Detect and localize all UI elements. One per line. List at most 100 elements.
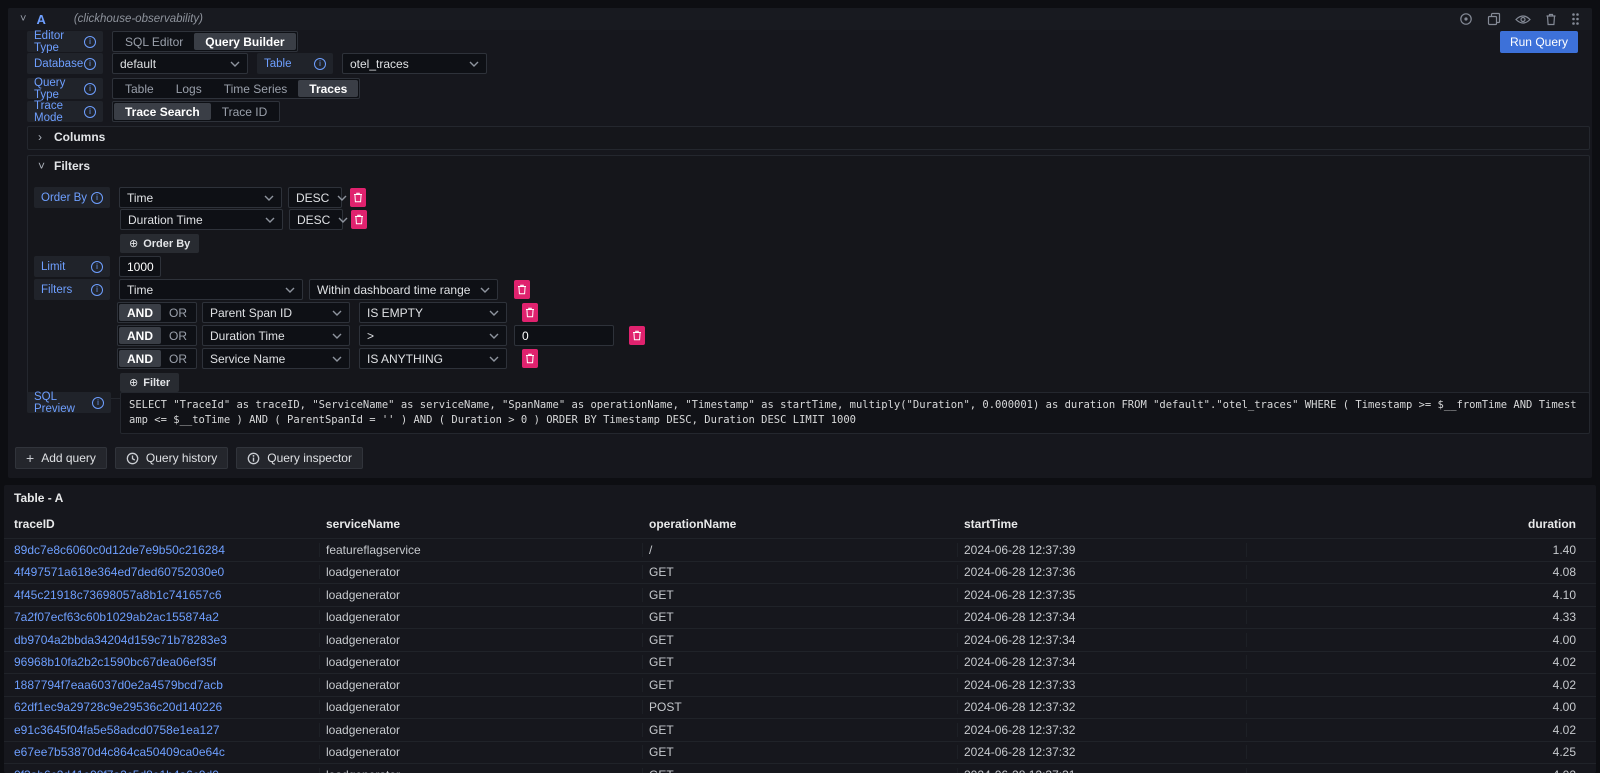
column-header-duration[interactable]: duration [1247,517,1596,531]
filter-field-select[interactable]: Time [119,279,303,300]
filters-section-toggle[interactable]: ˅ Filters [28,156,1589,173]
order-by-label: Order By i [34,187,110,208]
info-icon[interactable]: i [84,58,96,70]
operation-name-cell: GET [643,655,958,669]
or-option: OR [161,327,195,344]
remove-order-by-button[interactable] [351,210,367,229]
drag-handle-grip-icon[interactable] [1571,12,1580,26]
query-type-option[interactable]: Time Series [213,80,299,97]
query-type-option[interactable]: Table [114,80,165,97]
limit-input[interactable]: 1000 [119,256,161,277]
condition-field-select[interactable]: Service Name [202,348,350,369]
query-type-option[interactable]: Logs [165,80,213,97]
condition-operator-select[interactable]: IS EMPTY [359,302,507,323]
remove-query-trash-icon[interactable] [1545,13,1557,26]
query-ref-id: A [36,12,45,27]
duration-cell: 4.02 [1247,678,1596,692]
trace-mode-option[interactable]: Trace ID [211,103,279,120]
trace-id-link[interactable]: 0f3ab6c2d41e98f7a2c5d8e1b4a6c9d0 [8,768,320,773]
and-or-toggle[interactable]: AND OR [117,348,197,369]
order-by-field-select[interactable]: Time [119,187,282,208]
duration-cell: 4.33 [1247,610,1596,624]
eye-icon[interactable] [1515,14,1531,25]
history-clock-icon [126,452,139,465]
filters-section: ˅ Filters Order By i Time DESC [27,155,1590,399]
info-icon[interactable]: i [314,58,326,70]
trash-icon [632,330,642,341]
table-body: 89dc7e8c6060c0d12de7e9b50c216284 feature… [4,538,1596,773]
collapse-query-icon[interactable]: ˅ [20,13,26,25]
add-filter-button[interactable]: ⊕ Filter [120,373,179,392]
condition-field-select[interactable]: Parent Span ID [202,302,350,323]
add-order-by-button[interactable]: ⊕ Order By [120,234,199,253]
operation-name-cell: GET [643,588,958,602]
info-icon[interactable]: i [92,397,104,409]
columns-section-toggle[interactable]: › Columns [28,127,1589,144]
limit-label: Limit i [34,256,110,277]
column-header-operationname[interactable]: operationName [643,517,958,531]
trace-id-link[interactable]: 4f45c21918c73698057a8b1c741657c6 [8,588,320,602]
remove-filter-button[interactable] [514,280,530,299]
table-select[interactable]: otel_traces [342,53,487,74]
remove-order-by-button[interactable] [350,188,366,207]
start-time-cell: 2024-06-28 12:37:31 [958,768,1247,773]
and-option: AND [119,304,161,321]
query-type-option[interactable]: Traces [298,80,358,97]
table-panel: Table - A traceID serviceName operationN… [4,485,1596,773]
editor-type-option[interactable]: Query Builder [194,33,295,50]
remove-condition-button[interactable] [629,326,645,345]
info-icon[interactable]: i [91,284,103,296]
trace-id-link[interactable]: 7a2f07ecf63c60b1029ab2ac155874a2 [8,610,320,624]
query-row-header[interactable]: ˅ A (clickhouse-observability) [8,8,1592,30]
remove-condition-button[interactable] [522,349,538,368]
query-type-label: Query Type i [27,78,103,99]
trace-id-link[interactable]: 89dc7e8c6060c0d12de7e9b50c216284 [8,543,320,557]
table-row: e91c3645f04fa5e58adcd0758e1ea127 loadgen… [4,718,1596,741]
column-header-servicename[interactable]: serviceName [320,517,643,531]
trace-id-link[interactable]: 62df1ec9a29728c9e29536c20d140226 [8,700,320,714]
trace-mode-label: Trace Mode i [27,101,103,122]
editor-type-option[interactable]: SQL Editor [114,33,194,50]
trace-id-link[interactable]: 4f497571a618e364ed7ded60752030e0 [8,565,320,579]
condition-value-input[interactable]: 0 [514,325,614,346]
trace-id-link[interactable]: 1887794f7eaa6037d0e2a4579bcd7acb [8,678,320,692]
operation-name-cell: GET [643,723,958,737]
column-header-starttime[interactable]: startTime [958,517,1247,531]
trace-id-link[interactable]: db9704a2bbda34204d159c71b78283e3 [8,633,320,647]
condition-operator-select[interactable]: > [359,325,507,346]
condition-operator-select[interactable]: IS ANYTHING [359,348,507,369]
info-icon[interactable]: i [91,261,103,273]
table-row: 1887794f7eaa6037d0e2a4579bcd7acb loadgen… [4,673,1596,696]
remove-condition-button[interactable] [522,303,538,322]
order-by-field-select[interactable]: Duration Time [120,209,283,230]
run-query-button[interactable]: Run Query [1500,31,1578,53]
service-name-cell: loadgenerator [320,678,643,692]
and-or-toggle[interactable]: AND OR [117,325,197,346]
duration-cell: 4.00 [1247,633,1596,647]
condition-field-select[interactable]: Duration Time [202,325,350,346]
sql-preview-row: SQL Preview i SELECT "TraceId" as traceI… [27,392,1590,434]
info-icon[interactable]: i [91,192,103,204]
database-select[interactable]: default [112,53,248,74]
order-by-direction-select[interactable]: DESC [289,209,343,230]
trace-id-link[interactable]: 96968b10fa2b2c1590bc67dea06ef35f [8,655,320,669]
info-icon[interactable]: i [84,36,96,48]
and-or-toggle[interactable]: AND OR [117,302,197,323]
column-header-traceid[interactable]: traceID [8,517,320,531]
duplicate-icon[interactable] [1487,12,1501,26]
duration-cell: 4.10 [1247,588,1596,602]
record-circle-icon[interactable] [1459,12,1473,26]
order-by-direction-select[interactable]: DESC [288,187,342,208]
trace-mode-option[interactable]: Trace Search [114,103,211,120]
info-icon[interactable]: i [84,83,96,95]
trace-id-link[interactable]: e91c3645f04fa5e58adcd0758e1ea127 [8,723,320,737]
start-time-cell: 2024-06-28 12:37:34 [958,655,1247,669]
trash-icon [354,214,364,225]
filter-operator-select[interactable]: Within dashboard time range [309,279,498,300]
query-history-button[interactable]: Query history [115,447,228,469]
query-inspector-button[interactable]: Query inspector [236,447,363,469]
info-icon[interactable]: i [84,106,96,118]
add-query-button[interactable]: + Add query [15,447,107,469]
trace-id-link[interactable]: e67ee7b53870d4c864ca50409ca0e64c [8,745,320,759]
service-name-cell: loadgenerator [320,633,643,647]
